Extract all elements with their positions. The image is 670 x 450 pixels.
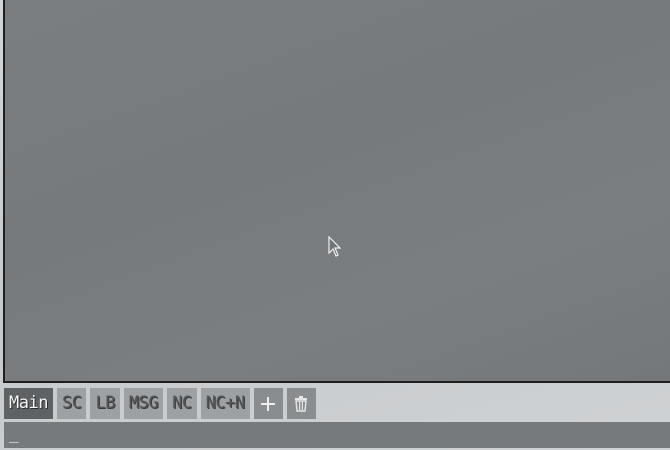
tab-msg[interactable]: MSG: [123, 388, 164, 419]
game-chat-screen: Main SC LB MSG NC NC+N _: [0, 0, 670, 450]
trash-icon: [295, 395, 308, 412]
mouse-pointer-icon: [328, 236, 342, 257]
plus-icon: [261, 396, 276, 411]
add-tab-button[interactable]: [253, 388, 283, 419]
delete-tab-button[interactable]: [286, 388, 316, 419]
tab-nc-n[interactable]: NC+N: [200, 388, 250, 419]
input-caret: _: [9, 424, 19, 443]
tab-sc[interactable]: SC: [56, 388, 87, 419]
chat-tab-bar: Main SC LB MSG NC NC+N: [4, 388, 316, 419]
tab-main[interactable]: Main: [4, 388, 53, 419]
chat-input-field[interactable]: _: [4, 422, 670, 448]
chat-history-panel[interactable]: [3, 0, 670, 383]
tab-lb[interactable]: LB: [90, 388, 120, 419]
tab-nc[interactable]: NC: [167, 388, 197, 419]
